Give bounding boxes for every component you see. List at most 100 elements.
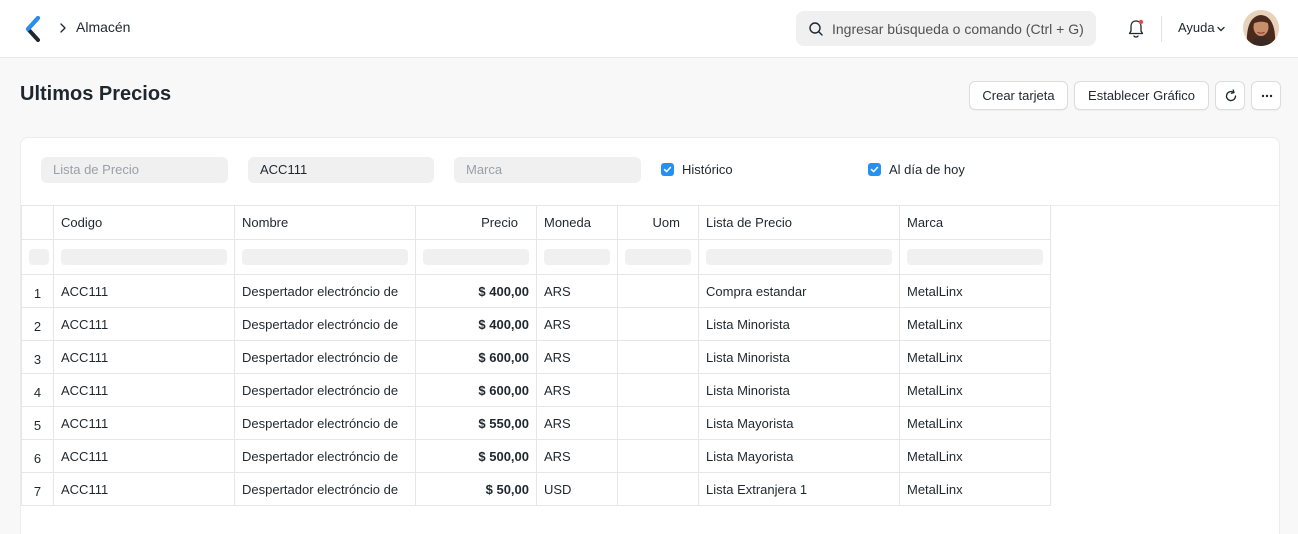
table-row[interactable]: 5 ACC111 Despertador electróncio de $ 550,0…	[21, 407, 1051, 440]
row-index: 2	[21, 308, 54, 340]
cell-precio: $ 500,00	[416, 440, 537, 472]
table-row[interactable]: 1 ACC111 Despertador electróncio de $ 400,0…	[21, 275, 1051, 308]
cell-lista-de-precio: Compra estandar	[699, 275, 900, 307]
lista-de-precio-filter[interactable]: Lista de Precio	[41, 157, 228, 183]
filter-cell-uom[interactable]	[618, 240, 699, 274]
chevron-down-icon[interactable]	[1216, 24, 1226, 34]
al-dia-checkbox[interactable]	[868, 163, 881, 176]
cell-uom	[618, 374, 699, 406]
filter-cell-precio[interactable]	[416, 240, 537, 274]
cell-uom	[618, 473, 699, 505]
cell-precio: $ 50,00	[416, 473, 537, 505]
cell-nombre: Despertador electróncio de	[235, 275, 416, 307]
filter-cell-codigo[interactable]	[54, 240, 235, 274]
cell-lista-de-precio: Lista Minorista	[699, 374, 900, 406]
cell-marca: MetalLinx	[900, 341, 1051, 373]
cell-moneda: ARS	[537, 275, 618, 307]
cell-nombre: Despertador electróncio de	[235, 440, 416, 472]
cell-codigo: ACC111	[54, 473, 235, 505]
cell-uom	[618, 407, 699, 439]
header-marca[interactable]: Marca	[900, 206, 1051, 239]
cell-codigo: ACC111	[54, 275, 235, 307]
cell-precio: $ 400,00	[416, 275, 537, 307]
row-index: 5	[21, 407, 54, 439]
header-nombre[interactable]: Nombre	[235, 206, 416, 239]
cell-nombre: Despertador electróncio de	[235, 473, 416, 505]
cell-moneda: ARS	[537, 341, 618, 373]
marca-filter[interactable]: Marca	[454, 157, 641, 183]
refresh-button[interactable]	[1215, 81, 1245, 110]
cell-lista-de-precio: Lista Mayorista	[699, 440, 900, 472]
historico-label: Histórico	[682, 162, 733, 177]
search-bar[interactable]: Ingresar búsqueda o comando (Ctrl + G)	[796, 11, 1096, 46]
user-avatar[interactable]	[1243, 10, 1279, 46]
chevron-right-icon	[60, 23, 66, 33]
filter-cell-nombre[interactable]	[235, 240, 416, 274]
row-index: 7	[21, 473, 54, 505]
cell-moneda: ARS	[537, 407, 618, 439]
cell-uom	[618, 308, 699, 340]
cell-marca: MetalLinx	[900, 308, 1051, 340]
cell-precio: $ 400,00	[416, 308, 537, 340]
cell-marca: MetalLinx	[900, 374, 1051, 406]
filter-cell-marca[interactable]	[900, 240, 1051, 274]
table-row[interactable]: 3 ACC111 Despertador electróncio de $ 600,0…	[21, 341, 1051, 374]
header-moneda[interactable]: Moneda	[537, 206, 618, 239]
cell-codigo: ACC111	[54, 341, 235, 373]
header-index	[21, 206, 54, 239]
navbar-divider	[1161, 16, 1162, 42]
filter-cell-lista[interactable]	[699, 240, 900, 274]
cell-nombre: Despertador electróncio de	[235, 308, 416, 340]
table-row[interactable]: 4 ACC111 Despertador electróncio de $ 600,0…	[21, 374, 1051, 407]
header-lista-de-precio[interactable]: Lista de Precio	[699, 206, 900, 239]
cell-lista-de-precio: Lista Extranjera 1	[699, 473, 900, 505]
logo-chevron-icon[interactable]	[24, 16, 42, 42]
table-row[interactable]: 2 ACC111 Despertador electróncio de $ 400,0…	[21, 308, 1051, 341]
checkmark-icon	[663, 166, 672, 173]
table-filter-row	[21, 240, 1051, 275]
table-row[interactable]: 7 ACC111 Despertador electróncio de $ 50,00…	[21, 473, 1051, 506]
cell-codigo: ACC111	[54, 308, 235, 340]
more-options-button[interactable]	[1251, 81, 1281, 110]
refresh-icon	[1225, 89, 1237, 102]
codigo-filter[interactable]: ACC111	[248, 157, 434, 183]
cell-uom	[618, 440, 699, 472]
al-dia-label: Al día de hoy	[889, 162, 965, 177]
cell-nombre: Despertador electróncio de	[235, 341, 416, 373]
checkmark-icon	[870, 166, 879, 173]
cell-precio: $ 550,00	[416, 407, 537, 439]
cell-codigo: ACC111	[54, 374, 235, 406]
filter-cell-moneda[interactable]	[537, 240, 618, 274]
row-index: 1	[21, 275, 54, 307]
cell-codigo: ACC111	[54, 407, 235, 439]
cell-moneda: USD	[537, 473, 618, 505]
crear-tarjeta-button[interactable]: Crear tarjeta	[969, 81, 1068, 110]
cell-moneda: ARS	[537, 440, 618, 472]
navbar: Almacén Ingresar búsqueda o comando (Ctr…	[0, 0, 1298, 58]
cell-precio: $ 600,00	[416, 341, 537, 373]
help-menu[interactable]: Ayuda	[1178, 20, 1215, 35]
cell-uom	[618, 275, 699, 307]
more-dots-icon	[1261, 94, 1273, 98]
cell-marca: MetalLinx	[900, 440, 1051, 472]
report-card: Lista de Precio ACC111 Marca Histórico A…	[20, 137, 1280, 534]
header-precio[interactable]: Precio	[416, 206, 537, 239]
bell-icon[interactable]	[1126, 18, 1146, 40]
establecer-grafico-button[interactable]: Establecer Gráfico	[1074, 81, 1209, 110]
header-codigo[interactable]: Codigo	[54, 206, 235, 239]
cell-marca: MetalLinx	[900, 275, 1051, 307]
table-row[interactable]: 6 ACC111 Despertador electróncio de $ 500,0…	[21, 440, 1051, 473]
filter-cell-index	[21, 240, 54, 274]
cell-lista-de-precio: Lista Minorista	[699, 341, 900, 373]
cell-nombre: Despertador electróncio de	[235, 374, 416, 406]
cell-lista-de-precio: Lista Minorista	[699, 308, 900, 340]
page-title: Ultimos Precios	[20, 83, 172, 105]
historico-checkbox[interactable]	[661, 163, 674, 176]
cell-codigo: ACC111	[54, 440, 235, 472]
cell-uom	[618, 341, 699, 373]
search-icon	[809, 22, 823, 36]
breadcrumb-almacen[interactable]: Almacén	[76, 19, 130, 35]
cell-moneda: ARS	[537, 374, 618, 406]
header-uom[interactable]: Uom	[618, 206, 699, 239]
search-placeholder: Ingresar búsqueda o comando (Ctrl + G)	[832, 21, 1084, 37]
